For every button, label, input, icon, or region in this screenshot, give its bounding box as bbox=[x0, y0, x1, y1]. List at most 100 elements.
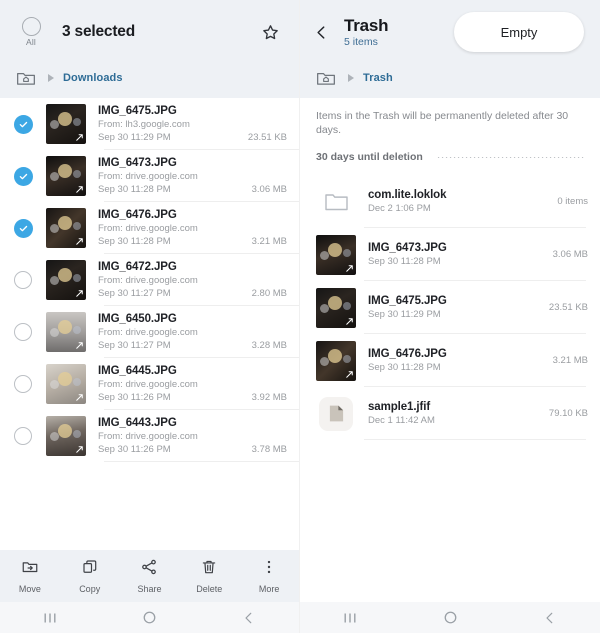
file-thumbnail[interactable] bbox=[46, 208, 86, 248]
toolbar-button-move[interactable]: Move bbox=[0, 558, 60, 594]
checkbox-unchecked-icon[interactable] bbox=[14, 427, 32, 445]
breadcrumb-separator-icon bbox=[48, 74, 54, 82]
file-thumbnail[interactable] bbox=[316, 340, 356, 381]
expand-thumbnail-icon[interactable] bbox=[74, 184, 85, 195]
android-navigation-bar-left bbox=[0, 602, 299, 633]
file-name: IMG_6473.JPG bbox=[98, 157, 177, 169]
share-icon bbox=[140, 558, 158, 581]
toolbar-button-share[interactable]: Share bbox=[120, 558, 180, 594]
android-navigation-bar-right bbox=[300, 602, 600, 633]
trash-item-date: Dec 1 11:42 AM bbox=[368, 415, 435, 426]
trash-list-item[interactable]: sample1.jfif Dec 1 11:42 AM 79.10 KB bbox=[300, 387, 600, 440]
trash-list-item[interactable]: com.lite.loklok Dec 2 1:06 PM 0 items bbox=[300, 175, 600, 228]
file-thumbnail[interactable] bbox=[46, 260, 86, 300]
file-thumbnail[interactable] bbox=[46, 156, 86, 196]
file-name: IMG_6476.JPG bbox=[98, 209, 177, 221]
file-date: Sep 30 11:29 PM bbox=[98, 132, 171, 143]
file-thumbnail[interactable] bbox=[46, 104, 86, 144]
trash-item-list[interactable]: com.lite.loklok Dec 2 1:06 PM 0 items IMG_6… bbox=[300, 175, 600, 602]
file-list-item[interactable]: IMG_6450.JPG From: drive.google.com Sep 30… bbox=[0, 306, 299, 358]
file-size: 23.51 KB bbox=[247, 132, 287, 143]
nav-recents-button[interactable] bbox=[0, 611, 100, 625]
nav-home-button[interactable] bbox=[400, 610, 500, 625]
file-date: Sep 30 11:27 PM bbox=[98, 288, 171, 299]
file-select-checkbox[interactable] bbox=[0, 427, 46, 445]
file-meta: IMG_6443.JPG From: drive.google.com Sep 30… bbox=[86, 416, 287, 456]
breadcrumb-home-button[interactable] bbox=[14, 69, 38, 88]
favorite-star-button[interactable] bbox=[255, 17, 285, 47]
toolbar-button-label: More bbox=[258, 584, 280, 594]
file-select-checkbox[interactable] bbox=[0, 218, 46, 238]
expand-thumbnail-icon[interactable] bbox=[344, 369, 355, 380]
right-header-top-row: Trash 5 items Empty bbox=[314, 0, 586, 64]
trash-list-item[interactable]: IMG_6473.JPG Sep 30 11:28 PM 3.06 MB bbox=[300, 228, 600, 281]
trash-item-count: 5 items bbox=[344, 35, 378, 48]
file-list-item[interactable]: IMG_6443.JPG From: drive.google.com Sep 30… bbox=[0, 410, 299, 462]
nav-recents-button[interactable] bbox=[300, 611, 400, 625]
trash-list-item[interactable]: IMG_6476.JPG Sep 30 11:28 PM 3.21 MB bbox=[300, 334, 600, 387]
star-outline-icon bbox=[262, 24, 278, 39]
checkbox-checked-icon[interactable] bbox=[13, 166, 33, 186]
file-thumbnail[interactable] bbox=[316, 234, 356, 275]
file-thumbnail[interactable] bbox=[316, 287, 356, 328]
file-select-checkbox[interactable] bbox=[0, 114, 46, 134]
expand-thumbnail-icon[interactable] bbox=[74, 392, 85, 403]
select-all-checkbox[interactable]: All bbox=[14, 17, 48, 47]
nav-back-button[interactable] bbox=[500, 611, 600, 625]
more-vertical-icon bbox=[260, 558, 278, 581]
checkbox-unchecked-icon[interactable] bbox=[14, 323, 32, 341]
file-list-item[interactable]: IMG_6472.JPG From: drive.google.com Sep 30… bbox=[0, 254, 299, 306]
checkbox-unchecked-icon[interactable] bbox=[14, 375, 32, 393]
file-list-item[interactable]: IMG_6475.JPG From: lh3.google.com Sep 30 1… bbox=[0, 98, 299, 150]
file-list-item[interactable]: IMG_6445.JPG From: drive.google.com Sep 30… bbox=[0, 358, 299, 410]
breadcrumb-item-trash[interactable]: Trash bbox=[363, 72, 393, 84]
file-date: Sep 30 11:26 PM bbox=[98, 444, 171, 455]
file-thumbnail[interactable] bbox=[46, 364, 86, 404]
expand-thumbnail-icon[interactable] bbox=[74, 236, 85, 247]
trash-item-meta: IMG_6476.JPG Sep 30 11:28 PM bbox=[356, 347, 545, 374]
checkbox-checked-icon[interactable] bbox=[13, 114, 33, 134]
file-source: From: drive.google.com bbox=[98, 327, 198, 338]
expand-thumbnail-icon[interactable] bbox=[74, 340, 85, 351]
toolbar-button-more[interactable]: More bbox=[239, 558, 299, 594]
trash-back-button[interactable] bbox=[314, 14, 340, 50]
file-thumbnail[interactable] bbox=[46, 312, 86, 352]
expand-thumbnail-icon[interactable] bbox=[74, 444, 85, 455]
expand-thumbnail-icon[interactable] bbox=[344, 263, 355, 274]
file-list-item[interactable]: IMG_6473.JPG From: drive.google.com Sep 30… bbox=[0, 150, 299, 202]
file-list-item[interactable]: IMG_6476.JPG From: drive.google.com Sep 30… bbox=[0, 202, 299, 254]
trash-list-item[interactable]: IMG_6475.JPG Sep 30 11:29 PM 23.51 KB bbox=[300, 281, 600, 334]
file-source: From: drive.google.com bbox=[98, 275, 198, 286]
recents-icon bbox=[44, 613, 56, 622]
row-divider bbox=[104, 461, 299, 462]
toolbar-button-label: Copy bbox=[79, 584, 101, 594]
back-chevron-icon bbox=[546, 612, 553, 623]
file-name: IMG_6475.JPG bbox=[98, 105, 177, 117]
file-date: Sep 30 11:27 PM bbox=[98, 340, 171, 351]
file-size: 2.80 MB bbox=[251, 288, 287, 299]
trash-item-meta: IMG_6475.JPG Sep 30 11:29 PM bbox=[356, 294, 541, 321]
checkbox-checked-icon[interactable] bbox=[13, 218, 33, 238]
nav-back-button[interactable] bbox=[199, 611, 299, 625]
file-select-checkbox[interactable] bbox=[0, 375, 46, 393]
breadcrumb-home-button-trash[interactable] bbox=[314, 69, 338, 88]
expand-thumbnail-icon[interactable] bbox=[74, 132, 85, 143]
file-meta: IMG_6473.JPG From: drive.google.com Sep 30… bbox=[86, 156, 287, 196]
toolbar-button-copy[interactable]: Copy bbox=[60, 558, 120, 594]
file-thumbnail[interactable] bbox=[46, 416, 86, 456]
nav-home-button[interactable] bbox=[100, 610, 200, 625]
toolbar-button-delete[interactable]: Delete bbox=[179, 558, 239, 594]
trash-item-size: 3.21 MB bbox=[552, 354, 588, 366]
file-size: 3.78 MB bbox=[251, 444, 287, 455]
file-select-checkbox[interactable] bbox=[0, 323, 46, 341]
file-list[interactable]: IMG_6475.JPG From: lh3.google.com Sep 30 1… bbox=[0, 98, 299, 550]
empty-trash-button[interactable]: Empty bbox=[454, 12, 584, 52]
expand-thumbnail-icon[interactable] bbox=[74, 288, 85, 299]
file-select-checkbox[interactable] bbox=[0, 271, 46, 289]
checkbox-unchecked-icon[interactable] bbox=[14, 271, 32, 289]
breadcrumb-item-downloads[interactable]: Downloads bbox=[63, 72, 123, 84]
trash-title: Trash bbox=[344, 15, 389, 35]
expand-thumbnail-icon[interactable] bbox=[344, 316, 355, 327]
file-source: From: drive.google.com bbox=[98, 171, 198, 182]
file-select-checkbox[interactable] bbox=[0, 166, 46, 186]
